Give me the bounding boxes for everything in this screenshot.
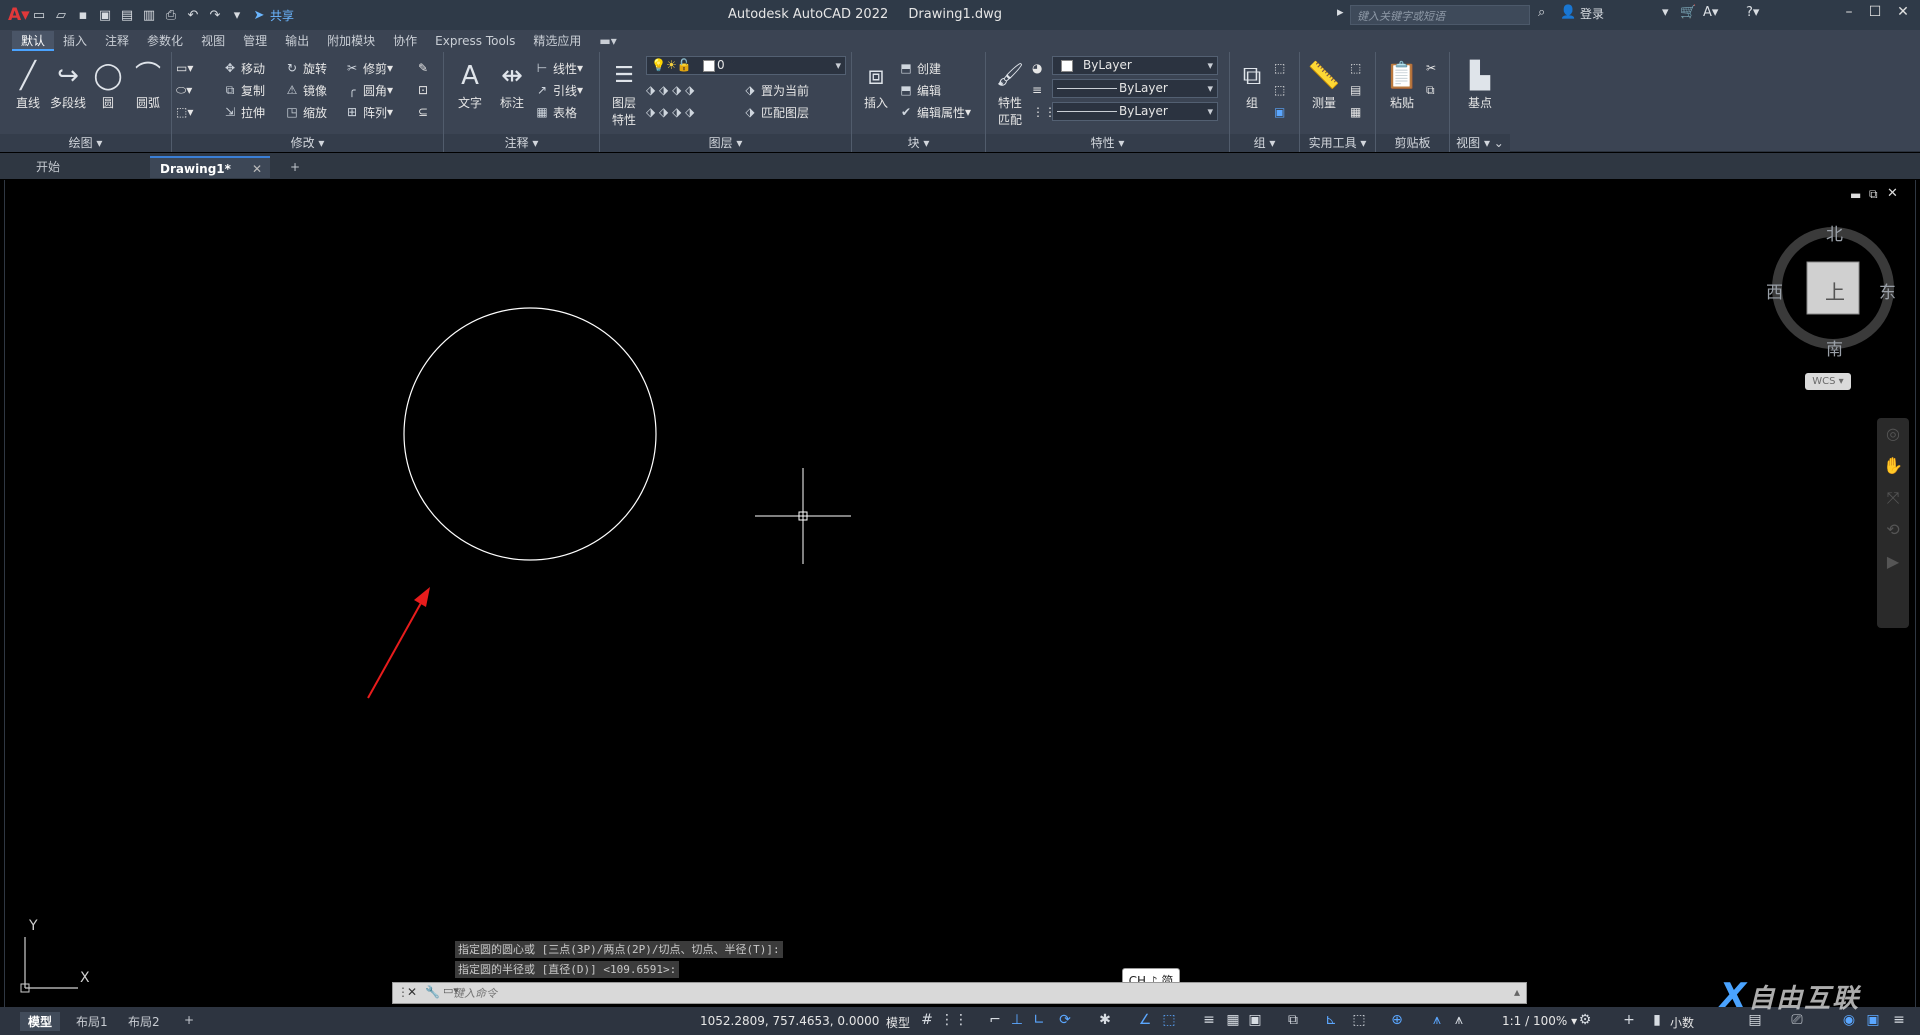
tab-model[interactable]: 模型 [20,1012,61,1031]
auto-scale-icon[interactable]: ⩚ [1450,1012,1468,1028]
object-snap-icon[interactable]: ⬚ [1160,1012,1178,1028]
zoom-extents-icon[interactable]: ⤧ [1877,482,1909,514]
customization-icon[interactable]: ≡ [1890,1012,1908,1028]
units-display[interactable]: 小数 [1670,1014,1694,1031]
pan-icon[interactable]: ✋ [1877,450,1909,482]
command-line: ⋮ ✕ 🔧 ▭▾ ▴ [392,982,1527,1004]
object-snap-tracking-icon[interactable]: ∠ [1136,1012,1154,1028]
clean-screen-icon[interactable]: ▣ [1864,1012,1882,1028]
orbit-icon[interactable]: ⟲ [1877,514,1909,546]
showmotion-icon[interactable]: ▶ [1877,546,1909,578]
status-bar: 模型 布局1 布局2 + 1052.2809, 757.4653, 0.0000… [0,1007,1920,1035]
dynamic-input-icon[interactable]: ⊥ [1008,1012,1026,1028]
units-icon[interactable]: ▮ [1648,1012,1666,1028]
annotation-visibility-icon[interactable]: ⩚ [1428,1012,1446,1028]
wcs-menu[interactable]: WCS ▾ [1805,373,1851,390]
polar-tracking-icon[interactable]: ⟳ [1056,1012,1074,1028]
compass-north[interactable]: 北 [1826,220,1843,245]
compass-east[interactable]: 东 [1879,278,1896,303]
grid-icon[interactable]: # [918,1012,936,1028]
transparency-icon[interactable]: ▦ [1224,1012,1242,1028]
annotation-scale[interactable]: 1:1 / 100% ▾ [1502,1014,1577,1028]
viewcube-face-label: 上 [1825,280,1845,304]
dynamic-ucs-icon[interactable]: ⊾ [1322,1012,1340,1028]
lineweight-display-icon[interactable]: ≡ [1200,1012,1218,1028]
model-space-toggle[interactable]: 模型 [886,1014,910,1031]
ucs-x-label: X [80,970,90,986]
red-arrow-shaft [367,593,427,699]
steering-wheel-icon[interactable]: ◎ [1877,418,1909,450]
tab-layout2[interactable]: 布局2 [120,1012,168,1031]
workspace-gear-icon[interactable]: ⚙ [1576,1012,1594,1028]
selection-cycling-icon[interactable]: ▣ [1246,1012,1264,1028]
compass-south[interactable]: 南 [1826,335,1843,360]
ucs-y-label: Y [29,918,38,934]
command-history-toggle-icon[interactable]: ▴ [1514,985,1520,999]
navigation-bar: ◎ ✋ ⤧ ⟲ ▶ [1877,418,1909,628]
ortho-icon[interactable]: ∟ [1030,1012,1048,1028]
compass-west[interactable]: 西 [1766,278,1783,303]
watermark-logo: X自由互联 [1720,976,1861,1016]
3d-osnap-icon[interactable]: ⧉ [1284,1012,1302,1028]
drawn-circle[interactable] [403,307,657,561]
command-input[interactable] [453,985,1453,1001]
tab-layout1[interactable]: 布局1 [68,1012,116,1031]
gizmo-icon[interactable]: ⊕ [1388,1012,1406,1028]
drawing-overlay [20,227,1894,993]
selection-filter-icon[interactable]: ⬚ [1350,1012,1368,1028]
command-customize-icon[interactable]: 🔧 [425,985,440,999]
red-arrow-head [414,587,430,607]
add-layout-icon[interactable]: + [176,1012,202,1028]
infer-constraints-icon[interactable]: ⌐ [986,1012,1004,1028]
snap-icon[interactable]: ⋮⋮ [940,1012,968,1028]
command-close-icon[interactable]: ✕ [407,985,417,999]
annotation-monitor-icon[interactable]: + [1620,1012,1638,1028]
command-history-line-1: 指定圆的圆心或 [三点(3P)/两点(2P)/切点、切点、半径(T)]: [455,941,783,958]
command-history-line-2: 指定圆的半径或 [直径(D)] <109.6591>: [455,961,680,978]
isodraft-icon[interactable]: ✱ [1096,1012,1114,1028]
coordinates-display[interactable]: 1052.2809, 757.4653, 0.0000 [700,1014,879,1028]
